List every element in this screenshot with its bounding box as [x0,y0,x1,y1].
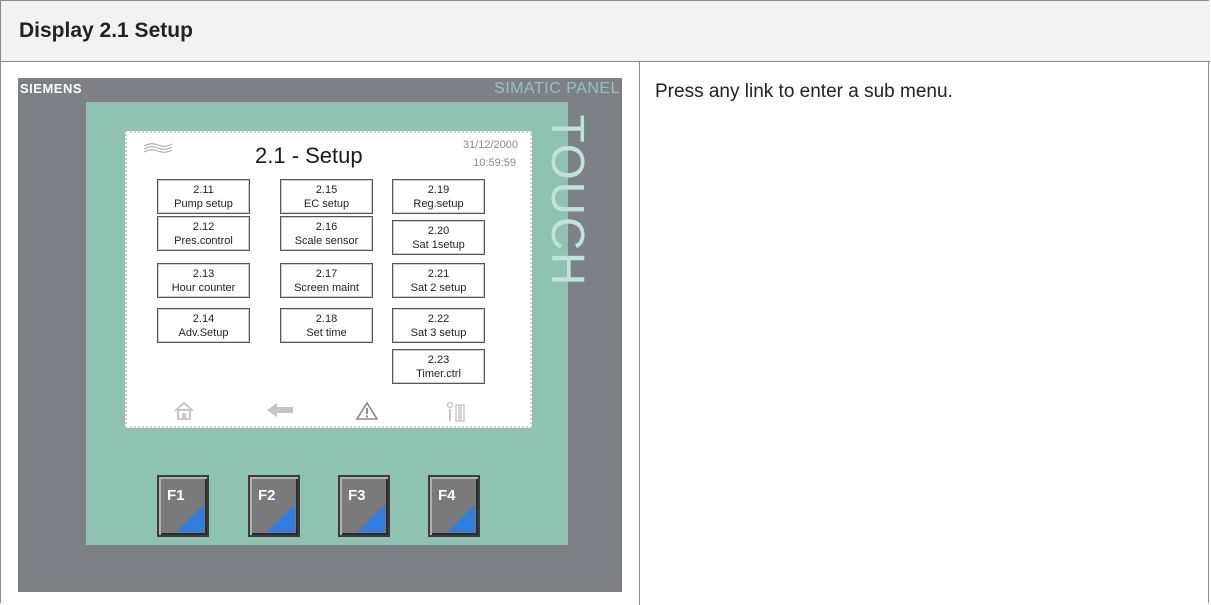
key-accent [447,504,475,532]
hmi-panel-image: SIEMENS SIMATIC PANEL TOUCH 2.1 - Setup … [18,78,622,592]
hmi-screen: 2.1 - Setup 31/12/2000 10:59:59 2.11 Pum… [125,131,532,428]
button-label: EC setup [303,198,350,210]
button-label: Timer.ctrl [416,368,461,380]
button-label: Screen maint [294,282,359,294]
button-label: Pump setup [174,198,233,210]
f4-key-label: F4 [438,487,456,504]
key-accent [267,504,295,532]
menu-button-2-13[interactable]: 2.13 Hour counter [157,263,250,298]
menu-button-2-18[interactable]: 2.18 Set time [280,308,373,343]
menu-button-2-22[interactable]: 2.22 Sat 3 setup [392,308,485,343]
button-number: 2.16 [315,221,338,233]
column-divider [639,62,640,605]
button-number: 2.21 [427,268,450,280]
f1-key-label: F1 [167,487,185,504]
menu-button-2-20[interactable]: 2.20 Sat 1setup [392,220,485,255]
button-label: Pres.control [174,235,233,247]
menu-button-2-21[interactable]: 2.21 Sat 2 setup [392,263,485,298]
description-text: Press any link to enter a sub menu. [655,81,953,102]
warning-icon[interactable] [355,401,379,421]
home-icon[interactable] [173,401,195,421]
menu-button-2-17[interactable]: 2.17 Screen maint [280,263,373,298]
f1-key[interactable]: F1 [157,475,209,537]
f4-key[interactable]: F4 [428,475,480,537]
menu-button-2-12[interactable]: 2.12 Pres.control [157,216,250,251]
f2-key-label: F2 [258,487,276,504]
button-number: 2.13 [192,268,215,280]
button-number: 2.12 [192,221,215,233]
button-label: Sat 3 setup [410,327,467,339]
button-number: 2.20 [427,225,450,237]
button-label: Scale sensor [294,235,359,247]
button-label: Hour counter [171,282,236,294]
button-number: 2.18 [315,313,338,325]
f3-key-label: F3 [348,487,366,504]
menu-button-2-15[interactable]: 2.15 EC setup [280,179,373,214]
button-number: 2.14 [192,313,215,325]
menu-button-2-11[interactable]: 2.11 Pump setup [157,179,250,214]
button-number: 2.11 [193,184,214,196]
button-number: 2.19 [427,184,450,196]
header-title: Display 2.1 Setup [19,19,193,42]
menu-button-2-19[interactable]: 2.19 Reg.setup [392,179,485,214]
table-header: Display 2.1 Setup [1,1,1210,62]
button-label: Reg.setup [413,198,464,210]
f3-key[interactable]: F3 [338,475,390,537]
touch-text: TOUCH [542,114,594,288]
menu-button-2-23[interactable]: 2.23 Timer.ctrl [392,349,485,384]
button-number: 2.22 [427,313,450,325]
brand-logo: SIEMENS [20,81,83,96]
panel-model: SIMATIC PANEL [494,80,620,97]
menu-button-2-14[interactable]: 2.14 Adv.Setup [157,308,250,343]
f2-key[interactable]: F2 [248,475,300,537]
button-label: Sat 1setup [412,239,465,251]
touch-label: TOUCH [542,106,594,296]
screen-date: 31/12/2000 [462,139,518,151]
button-number: 2.15 [315,184,338,196]
key-accent [176,504,204,532]
button-label: Set time [306,327,347,339]
button-number: 2.23 [427,354,450,366]
menu-button-2-16[interactable]: 2.16 Scale sensor [280,216,373,251]
button-label: Sat 2 setup [410,282,467,294]
flag-logo-icon [143,143,173,153]
back-arrow-icon[interactable] [265,401,295,419]
button-number: 2.17 [315,268,338,280]
setup-table: Display 2.1 Setup Press any link to ente… [0,0,1210,605]
settings-icon[interactable] [445,401,467,423]
key-accent [357,504,385,532]
screen-title: 2.1 - Setup [255,143,363,168]
screen-time: 10:59:59 [473,157,516,169]
button-label: Adv.Setup [178,327,229,339]
